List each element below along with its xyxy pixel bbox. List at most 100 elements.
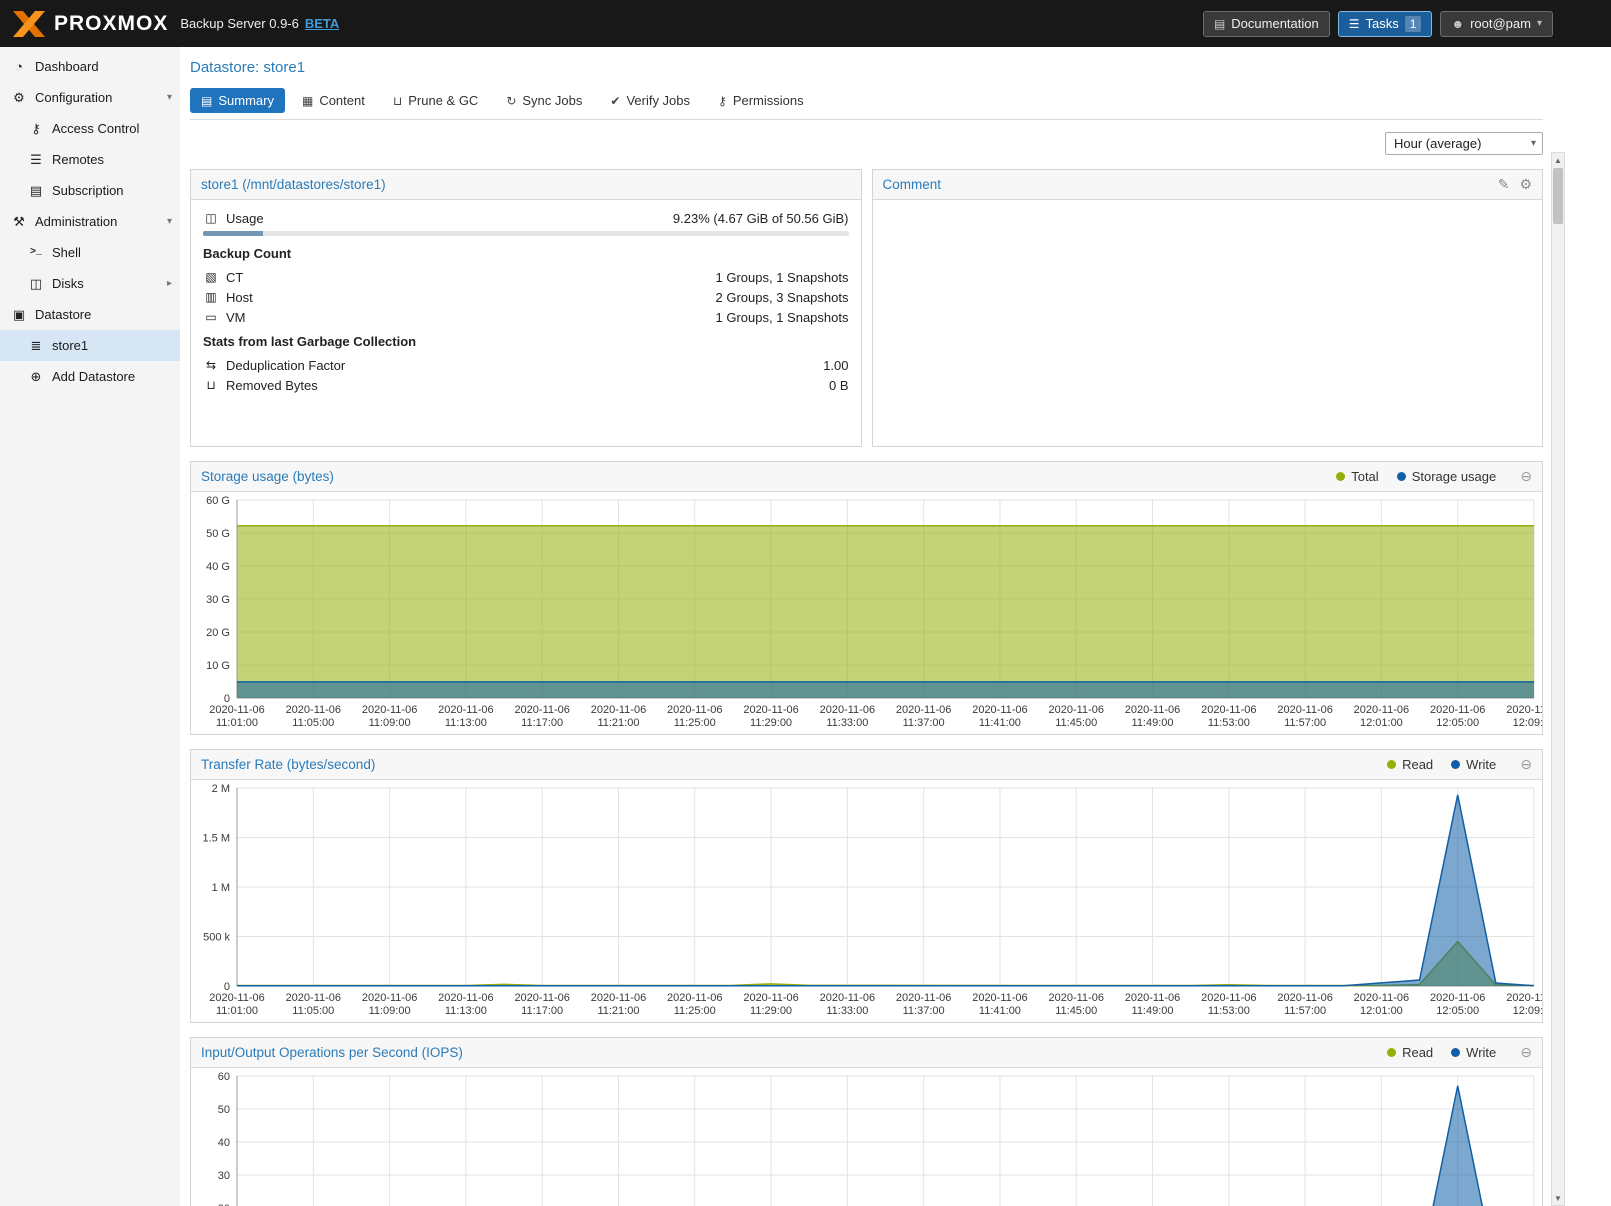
svg-text:10 G: 10 G: [206, 660, 230, 672]
topbar: PROXMOX Backup Server 0.9-6 BETA ▤ Docum…: [0, 0, 1611, 47]
chevron-down-icon: ▾: [1537, 18, 1542, 29]
datastore-summary-panel: store1 (/mnt/datastores/store1) ◫ Usage …: [190, 169, 862, 447]
collapse-icon[interactable]: ⊖: [1520, 468, 1532, 485]
svg-text:1.5 M: 1.5 M: [202, 833, 230, 845]
tasks-label: Tasks: [1366, 16, 1399, 31]
hdd-icon: ◫: [203, 211, 219, 225]
sidebar-item-label: Shell: [52, 245, 81, 260]
tab-label: Sync Jobs: [522, 93, 582, 108]
svg-text:2020-11-0611:21:00: 2020-11-0611:21:00: [591, 992, 646, 1017]
sidebar-item-label: store1: [52, 338, 88, 353]
legend-label: Write: [1466, 1045, 1496, 1060]
database-icon: ≣: [27, 338, 45, 354]
sidebar-item-datastore[interactable]: ▣ Datastore: [0, 299, 180, 330]
tab-label: Prune & GC: [408, 93, 478, 108]
panel-header: Transfer Rate (bytes/second) Read Write …: [191, 750, 1542, 780]
tab-permissions[interactable]: ⚷ Permissions: [707, 88, 815, 113]
svg-text:2020-11-0611:21:00: 2020-11-0611:21:00: [591, 704, 646, 729]
sidebar-item-configuration[interactable]: ⚙ Configuration ▾: [0, 82, 180, 113]
legend-item-storage-usage[interactable]: Storage usage: [1397, 469, 1497, 484]
trash-icon: ⊔: [203, 378, 219, 392]
sidebar-item-shell[interactable]: >_ Shell: [0, 237, 180, 268]
legend-item-write[interactable]: Write: [1451, 1045, 1496, 1060]
sidebar-item-label: Subscription: [52, 183, 124, 198]
lock-icon: ⚷: [718, 94, 727, 108]
svg-text:2020-11-0611:05:00: 2020-11-0611:05:00: [286, 992, 341, 1017]
svg-text:2020-11-0611:25:00: 2020-11-0611:25:00: [667, 704, 722, 729]
svg-text:2020-11-0611:41:00: 2020-11-0611:41:00: [972, 704, 1027, 729]
svg-text:2020-11-0611:17:00: 2020-11-0611:17:00: [514, 704, 569, 729]
beta-link[interactable]: BETA: [305, 16, 339, 31]
legend-item-read[interactable]: Read: [1387, 757, 1433, 772]
sidebar-item-store1[interactable]: ≣ store1: [0, 330, 180, 361]
dedup-label: Deduplication Factor: [226, 358, 345, 373]
svg-text:2020-11-0611:49:00: 2020-11-0611:49:00: [1125, 992, 1180, 1017]
svg-text:2020-11-0612:05:00: 2020-11-0612:05:00: [1430, 704, 1485, 729]
comment-panel-title: Comment: [883, 177, 942, 192]
user-label: root@pam: [1470, 16, 1531, 31]
svg-text:2020-11-0612:05:00: 2020-11-0612:05:00: [1430, 992, 1485, 1017]
trash-icon: ⊔: [393, 94, 402, 108]
svg-text:40: 40: [218, 1137, 230, 1149]
tab-sync-jobs[interactable]: ↻ Sync Jobs: [495, 88, 593, 113]
summary-icon: ▤: [201, 94, 212, 108]
main-content: Datastore: store1 ▤ Summary ▦ Content ⊔ …: [180, 47, 1611, 1206]
scrollbar-thumb[interactable]: [1553, 168, 1563, 224]
interval-select[interactable]: Hour (average) ▾: [1385, 132, 1543, 155]
sidebar-item-administration[interactable]: ⚒ Administration ▾: [0, 206, 180, 237]
sidebar-item-access-control[interactable]: ⚷ Access Control: [0, 113, 180, 144]
tab-content[interactable]: ▦ Content: [291, 88, 376, 113]
legend: Read Write ⊖: [1387, 756, 1532, 773]
host-label: Host: [226, 290, 253, 305]
vm-row: ▭ VM 1 Groups, 1 Snapshots: [203, 307, 849, 327]
sidebar-item-subscription[interactable]: ▤ Subscription: [0, 175, 180, 206]
collapse-icon[interactable]: ⊖: [1520, 1044, 1532, 1061]
scroll-down-icon[interactable]: ▼: [1552, 1191, 1564, 1205]
scrollbar[interactable]: ▲ ▼: [1551, 152, 1565, 1206]
svg-text:2020-11-0611:29:00: 2020-11-0611:29:00: [743, 992, 798, 1017]
legend-item-total[interactable]: Total: [1336, 469, 1378, 484]
terminal-icon: >_: [27, 247, 45, 258]
tab-summary[interactable]: ▤ Summary: [190, 88, 285, 113]
svg-text:2020-11-0612:01:00: 2020-11-0612:01:00: [1354, 704, 1409, 729]
sidebar-item-add-datastore[interactable]: ⊕ Add Datastore: [0, 361, 180, 392]
interval-select-value: Hour (average): [1394, 136, 1481, 151]
sidebar-item-disks[interactable]: ◫ Disks ▸: [0, 268, 180, 299]
tab-label: Verify Jobs: [626, 93, 690, 108]
documentation-button[interactable]: ▤ Documentation: [1203, 11, 1330, 37]
tasks-button[interactable]: ☰ Tasks 1: [1338, 11, 1433, 37]
legend-dot: [1451, 1048, 1460, 1057]
user-menu-button[interactable]: ☻ root@pam ▾: [1440, 11, 1553, 37]
server-icon: ☰: [27, 152, 45, 168]
svg-text:30 G: 30 G: [206, 594, 230, 606]
chevron-down-icon: ▾: [167, 92, 172, 103]
scroll-up-icon[interactable]: ▲: [1552, 153, 1564, 167]
sidebar-item-label: Administration: [35, 214, 117, 229]
svg-text:2020-11-0611:33:00: 2020-11-0611:33:00: [820, 704, 875, 729]
toolbar-row: Hour (average) ▾: [190, 132, 1543, 155]
proxmox-logo-icon: [12, 11, 46, 37]
edit-comment-icon[interactable]: ✎: [1498, 176, 1510, 193]
sidebar-item-remotes[interactable]: ☰ Remotes: [0, 144, 180, 175]
dashboard-icon: ◔: [10, 59, 28, 74]
dedup-row: ⇆ Deduplication Factor 1.00: [203, 355, 849, 375]
svg-text:2020-11-0611:17:00: 2020-11-0611:17:00: [514, 992, 569, 1017]
svg-text:1 M: 1 M: [212, 882, 230, 894]
legend-item-read[interactable]: Read: [1387, 1045, 1433, 1060]
sidebar-item-dashboard[interactable]: ◔ Dashboard: [0, 51, 180, 82]
collapse-icon[interactable]: ⊖: [1520, 756, 1532, 773]
legend-label: Read: [1402, 757, 1433, 772]
tab-prune-gc[interactable]: ⊔ Prune & GC: [382, 88, 489, 113]
svg-text:2020-11-0611:41:00: 2020-11-0611:41:00: [972, 992, 1027, 1017]
removed-bytes-label: Removed Bytes: [226, 378, 318, 393]
tab-verify-jobs[interactable]: ✔ Verify Jobs: [599, 88, 701, 113]
svg-text:2020-11-0611:57:00: 2020-11-0611:57:00: [1277, 704, 1332, 729]
legend-item-write[interactable]: Write: [1451, 757, 1496, 772]
svg-text:2020-11-0611:37:00: 2020-11-0611:37:00: [896, 992, 951, 1017]
legend-label: Write: [1466, 757, 1496, 772]
svg-text:500 k: 500 k: [203, 932, 230, 944]
gc-stats-title: Stats from last Garbage Collection: [203, 334, 849, 349]
ct-row: ▧ CT 1 Groups, 1 Snapshots: [203, 267, 849, 287]
gear-icon[interactable]: ⚙: [1519, 176, 1532, 193]
task-list-icon: ☰: [1349, 17, 1360, 31]
